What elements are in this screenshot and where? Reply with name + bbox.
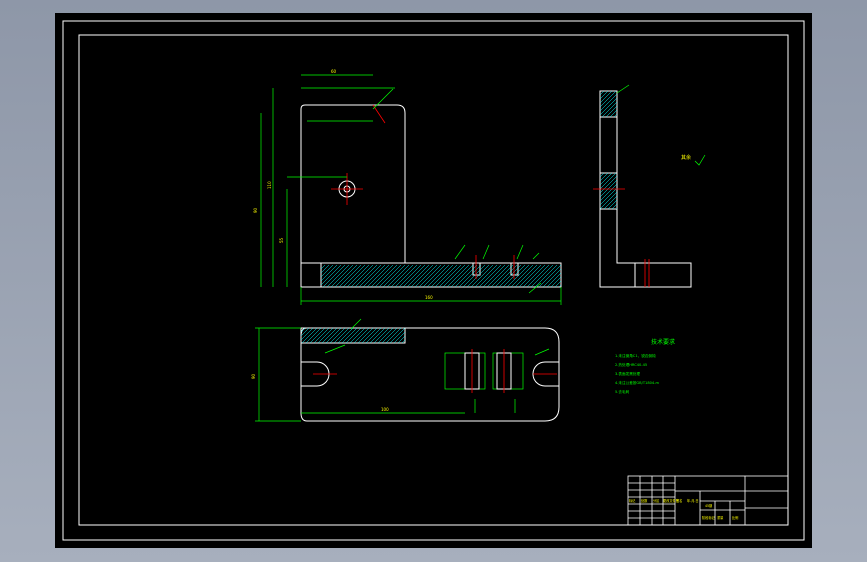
- tb-scale-2: 重量: [717, 515, 724, 520]
- front-view-dim-text: 60 110 90 55 160: [253, 69, 433, 300]
- svg-text:90: 90: [253, 207, 258, 213]
- tech-title: 技术要求: [651, 338, 675, 346]
- tech-line-3: 3.表面发黑处理: [615, 371, 640, 376]
- front-view-dimensions: [260, 74, 562, 305]
- top-view-centerlines: [313, 349, 557, 393]
- svg-text:90: 90: [251, 373, 256, 379]
- tb-scale-3: 比例: [732, 515, 738, 520]
- svg-text:110: 110: [267, 181, 272, 189]
- side-view-leaders: [616, 84, 706, 166]
- tb-cell-6: 年.月.日: [687, 498, 699, 503]
- tb-scale-1: 阶段标记: [702, 515, 716, 520]
- tech-requirements: 技术要求 1.未注倒角C1，锐边倒钝 2.热处理HRC40-45 3.表面发黑处…: [615, 338, 675, 394]
- tb-cell-2: 处数: [641, 498, 648, 503]
- drawing-canvas[interactable]: 60 110 90 55 160 其余 90 100 技术要求 1.未注倒角C1…: [55, 13, 812, 548]
- svg-text:55: 55: [279, 237, 284, 243]
- tech-line-2: 2.热处理HRC40-45: [615, 362, 647, 367]
- top-view-dim-text: 90 100: [251, 373, 389, 412]
- svg-text:160: 160: [425, 295, 433, 300]
- inner-frame: [78, 34, 789, 526]
- top-view[interactable]: [300, 327, 560, 422]
- front-view-centerlines: [331, 104, 515, 279]
- svg-text:100: 100: [381, 407, 389, 412]
- svg-text:60: 60: [331, 69, 337, 74]
- tech-line-5: 5.去毛刺: [615, 389, 630, 394]
- tb-material: 45钢: [705, 503, 712, 508]
- tb-cell-5: 签名: [676, 498, 682, 503]
- top-view-hatch: [300, 327, 406, 344]
- tb-cell-1: 标记: [629, 498, 636, 503]
- tb-cell-3: 分区: [653, 498, 660, 503]
- cad-viewport[interactable]: 60 110 90 55 160 其余 90 100 技术要求 1.未注倒角C1…: [0, 0, 867, 562]
- top-view-dimensions: [255, 318, 550, 422]
- drawing-sheet: 60 110 90 55 160 其余 90 100 技术要求 1.未注倒角C1…: [62, 20, 805, 541]
- roughness-note: 其余: [681, 154, 691, 161]
- front-view[interactable]: [300, 104, 562, 288]
- top-view-outline: [300, 327, 560, 422]
- tech-line-1: 1.未注倒角C1，锐边倒钝: [615, 353, 656, 358]
- front-view-hatch: [320, 264, 562, 288]
- side-view-hatch: [599, 90, 618, 210]
- tech-line-4: 4.未注公差按GB/T1804-m: [615, 380, 659, 385]
